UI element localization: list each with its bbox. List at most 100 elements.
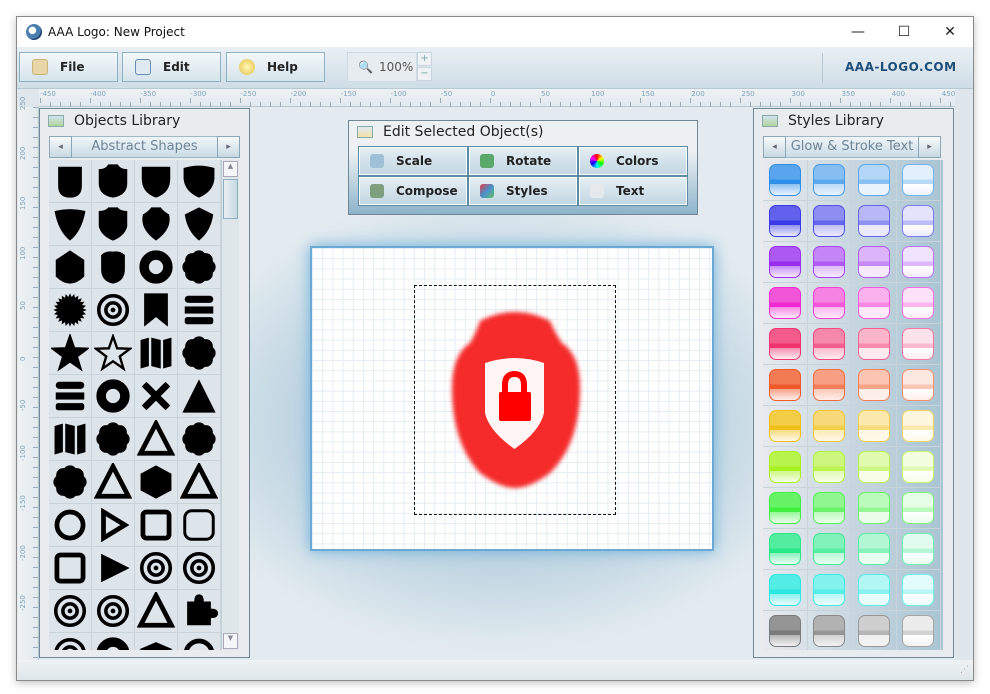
style-swatch[interactable] [852,611,897,650]
shape-item[interactable] [92,203,135,246]
shape-item[interactable] [92,633,135,650]
scroll-up-button[interactable]: ▲ [223,161,238,177]
style-swatch[interactable] [807,324,852,365]
shape-item[interactable] [178,547,221,590]
shape-item[interactable] [92,590,135,633]
style-swatch[interactable] [807,570,852,611]
shape-item[interactable] [135,160,178,203]
style-swatch[interactable] [852,570,897,611]
compose-button[interactable]: Compose [358,176,468,206]
style-swatch[interactable] [896,529,941,570]
styles-button[interactable]: Styles [468,176,578,206]
shape-item[interactable] [49,633,92,650]
next-category-button[interactable]: ▸ [918,136,941,158]
scroll-thumb[interactable] [223,179,238,219]
shape-item[interactable] [178,375,221,418]
scrollbar[interactable]: ▲ ▼ [221,160,239,650]
shape-item[interactable] [92,547,135,590]
style-swatch[interactable] [897,611,941,650]
rotate-button[interactable]: Rotate [468,146,578,176]
style-swatch[interactable] [896,242,941,283]
shape-item[interactable] [49,375,92,418]
style-swatch[interactable] [763,611,808,650]
brand-link[interactable]: AAA-LOGO.COM [845,60,957,74]
prev-category-button[interactable]: ◂ [49,136,72,158]
style-swatch[interactable] [808,611,852,650]
shape-item[interactable] [49,332,92,375]
resize-grip-icon[interactable]: ⋰ [960,665,969,675]
next-category-button[interactable]: ▸ [217,136,240,158]
shape-item[interactable] [49,246,92,289]
shape-item[interactable] [92,246,135,289]
style-swatch[interactable] [763,447,808,488]
style-swatch[interactable] [852,324,897,365]
shape-item[interactable] [92,332,135,375]
help-menu-button[interactable]: Help [226,52,325,82]
shape-item[interactable] [178,590,221,633]
shape-item[interactable] [49,289,92,332]
style-swatch[interactable] [807,447,852,488]
scroll-down-button[interactable]: ▼ [223,633,238,649]
shape-item[interactable] [178,160,221,203]
style-swatch[interactable] [763,324,808,365]
shape-item[interactable] [178,203,221,246]
style-swatch[interactable] [896,488,941,529]
style-swatch[interactable] [807,242,852,283]
text-button[interactable]: Text [578,176,688,206]
shape-item[interactable] [178,461,221,504]
shape-item[interactable] [92,375,135,418]
style-swatch[interactable] [763,160,808,201]
shape-item[interactable] [178,504,221,547]
shape-item[interactable] [49,504,92,547]
shape-item[interactable] [135,633,178,650]
style-swatch[interactable] [763,201,808,242]
edit-menu-button[interactable]: Edit [122,52,221,82]
style-swatch[interactable] [807,201,852,242]
shape-item[interactable] [135,504,178,547]
logo-object[interactable] [430,303,600,493]
style-swatch[interactable] [852,160,897,201]
style-swatch[interactable] [852,488,897,529]
shape-item[interactable] [92,504,135,547]
style-swatch[interactable] [896,283,941,324]
colors-button[interactable]: Colors [578,146,688,176]
style-swatch[interactable] [807,488,852,529]
shape-item[interactable] [135,246,178,289]
style-swatch[interactable] [852,283,897,324]
shape-item[interactable] [135,547,178,590]
shape-item[interactable] [178,633,221,650]
shape-item[interactable] [135,332,178,375]
style-swatch[interactable] [852,365,897,406]
maximize-button[interactable]: ☐ [881,17,927,47]
style-swatch[interactable] [896,406,941,447]
style-swatch[interactable] [896,160,941,201]
style-swatch[interactable] [852,447,897,488]
shape-item[interactable] [135,590,178,633]
shape-item[interactable] [92,289,135,332]
zoom-level[interactable]: 🔍 100% [347,52,417,82]
file-menu-button[interactable]: File [19,52,118,82]
style-swatch[interactable] [763,242,808,283]
shape-item[interactable] [178,332,221,375]
style-swatch[interactable] [807,529,852,570]
minimize-button[interactable]: — [835,17,881,47]
shape-item[interactable] [135,375,178,418]
style-swatch[interactable] [896,365,941,406]
shape-item[interactable] [49,461,92,504]
style-swatch[interactable] [852,242,897,283]
close-button[interactable]: ✕ [927,17,973,47]
shape-item[interactable] [49,590,92,633]
style-swatch[interactable] [807,160,852,201]
style-swatch[interactable] [852,529,897,570]
style-swatch[interactable] [763,365,808,406]
design-canvas[interactable] [310,246,714,551]
style-swatch[interactable] [896,570,941,611]
shape-item[interactable] [92,461,135,504]
zoom-in-button[interactable]: + [417,52,432,66]
shape-item[interactable] [178,289,221,332]
style-swatch[interactable] [763,570,808,611]
style-swatch[interactable] [763,406,808,447]
style-swatch[interactable] [852,406,897,447]
shape-item[interactable] [49,160,92,203]
style-swatch[interactable] [896,447,941,488]
